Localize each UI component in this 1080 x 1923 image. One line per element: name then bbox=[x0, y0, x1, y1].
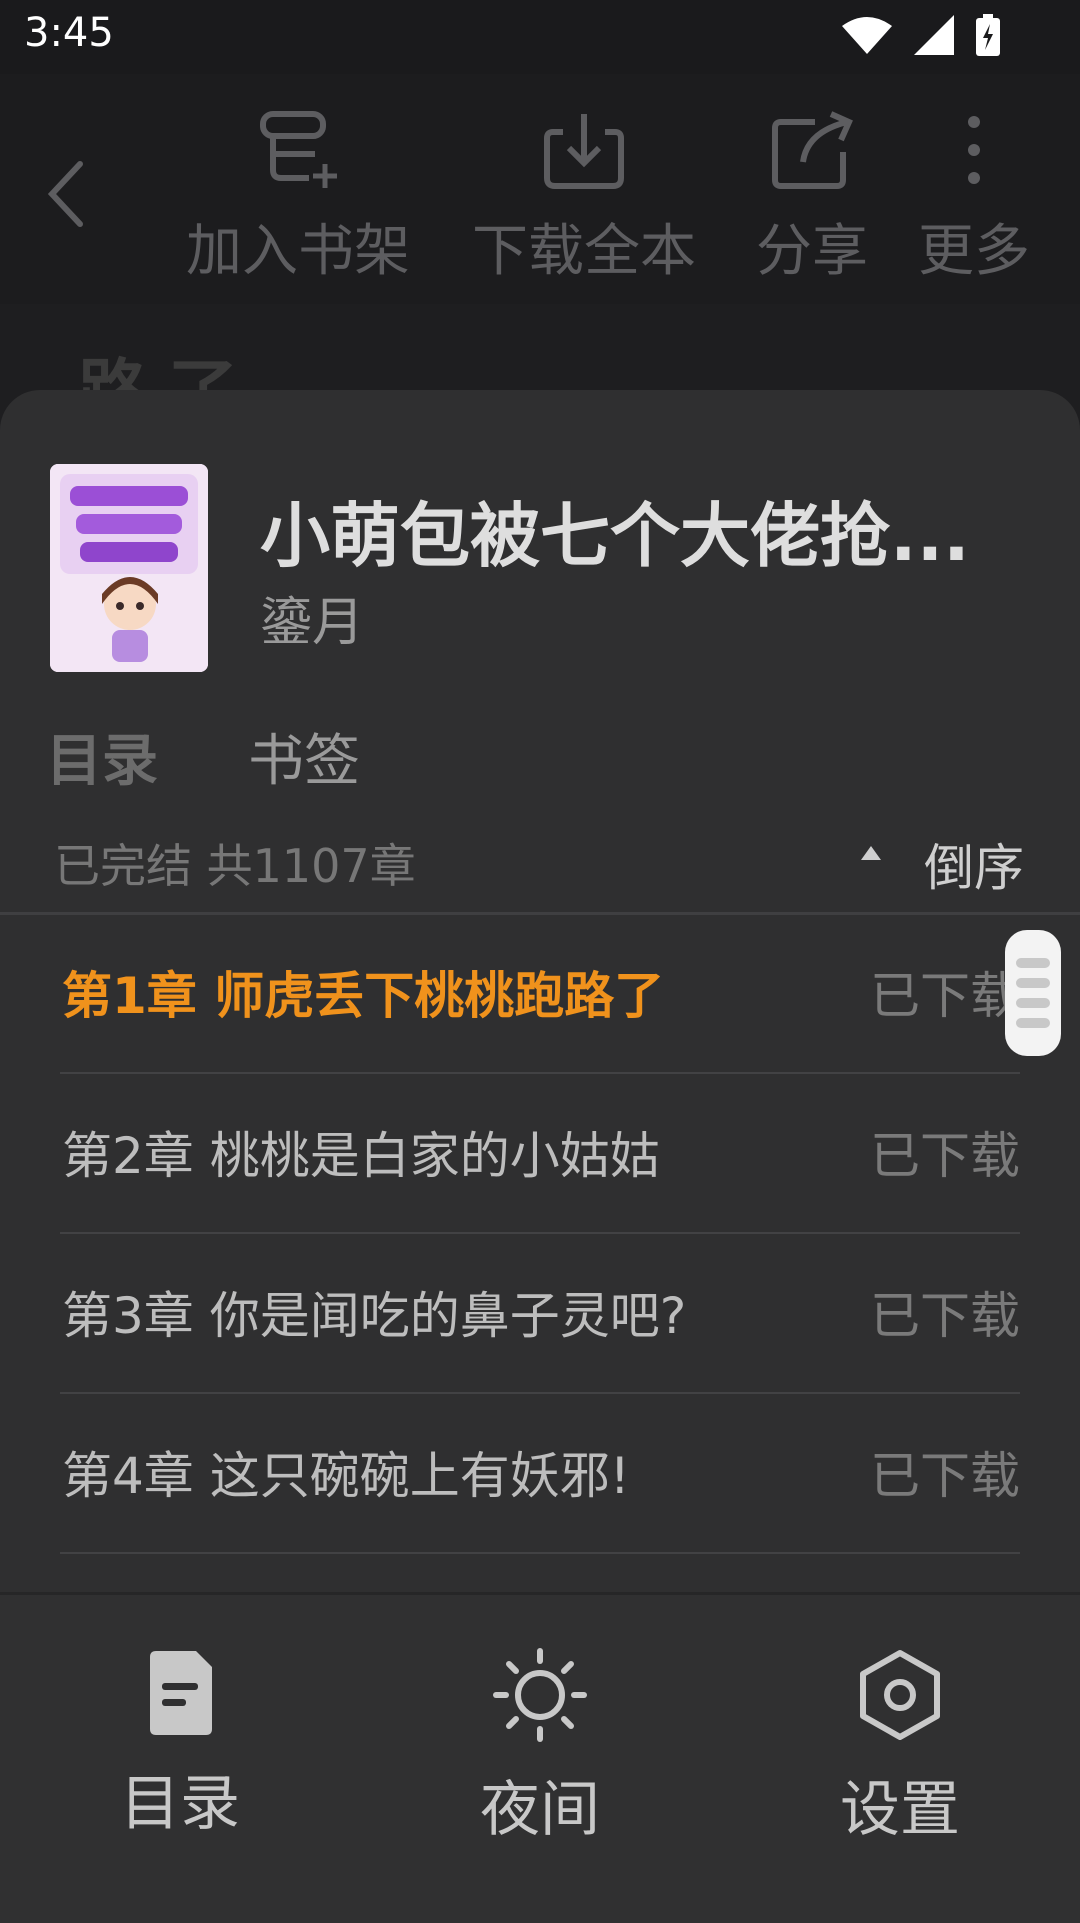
chevron-left-icon bbox=[47, 161, 83, 227]
battery-icon bbox=[976, 14, 1000, 56]
settings-button[interactable]: 设置 bbox=[780, 1647, 1020, 1848]
download-all-button[interactable]: 下载全本 bbox=[464, 108, 704, 287]
add-to-shelf-icon bbox=[260, 111, 337, 188]
sort-toggle[interactable]: 倒序 bbox=[924, 828, 1024, 900]
night-mode-label: 夜间 bbox=[480, 1775, 600, 1845]
status-bar: 3:45 bbox=[0, 0, 1080, 74]
book-cover[interactable] bbox=[50, 464, 208, 672]
add-to-shelf-button[interactable]: 加入书架 bbox=[178, 108, 418, 287]
chapter-row-4[interactable]: 第4章 这只碗碗上有妖邪! 已下载 bbox=[60, 1394, 1020, 1554]
chapter-title: 第4章 这只碗碗上有妖邪! bbox=[62, 1447, 630, 1505]
share-button[interactable]: 分享 bbox=[752, 108, 872, 287]
book-title: 小萌包被七个大佬抢... bbox=[260, 495, 970, 577]
reader-toolbar: 加入书架 下载全本 分享 更多 bbox=[0, 74, 1080, 304]
night-mode-button[interactable]: 夜间 bbox=[420, 1647, 660, 1848]
reader-bottom-bar: 目录 夜间 设置 bbox=[0, 1592, 1080, 1923]
add-to-shelf-label: 加入书架 bbox=[186, 219, 410, 284]
status-icons bbox=[842, 14, 1000, 56]
chapter-title: 第1章 师虎丢下桃桃跑路了 bbox=[62, 967, 665, 1025]
chapter-row-1[interactable]: 第1章 师虎丢下桃桃跑路了 已下载 bbox=[60, 914, 1020, 1074]
chapter-title: 第3章 你是闻吃的鼻子灵吧? bbox=[62, 1287, 687, 1345]
catalog-button-label: 目录 bbox=[120, 1769, 240, 1839]
tab-catalog[interactable]: 目录 bbox=[46, 716, 158, 797]
chapter-download-status: 已下载 bbox=[870, 1447, 1020, 1505]
catalog-summary: 已完结 共1107章 bbox=[54, 839, 416, 893]
download-icon bbox=[544, 114, 624, 189]
catalog-icon bbox=[150, 1651, 212, 1735]
back-button[interactable] bbox=[40, 154, 100, 234]
chapter-row-3[interactable]: 第3章 你是闻吃的鼻子灵吧? 已下载 bbox=[60, 1234, 1020, 1394]
sun-icon bbox=[493, 1648, 587, 1742]
chapter-download-status: 已下载 bbox=[870, 967, 1020, 1025]
more-vertical-icon bbox=[968, 116, 980, 184]
sort-arrow-icon[interactable] bbox=[858, 842, 884, 862]
download-all-label: 下载全本 bbox=[472, 219, 696, 284]
wifi-icon bbox=[842, 17, 892, 54]
catalog-button[interactable]: 目录 bbox=[60, 1647, 300, 1842]
book-author: 鎏月 bbox=[260, 593, 365, 653]
tab-bookmarks[interactable]: 书签 bbox=[248, 716, 360, 797]
status-time: 3:45 bbox=[24, 10, 114, 56]
settings-icon bbox=[860, 1650, 940, 1740]
more-button[interactable]: 更多 bbox=[914, 108, 1034, 287]
book-cover-illustration bbox=[50, 464, 208, 672]
chapter-download-status: 已下载 bbox=[870, 1287, 1020, 1345]
more-label: 更多 bbox=[918, 219, 1030, 284]
fast-scroll-handle[interactable] bbox=[1005, 930, 1061, 1056]
settings-label: 设置 bbox=[840, 1775, 960, 1845]
share-icon bbox=[772, 111, 853, 189]
signal-icon bbox=[914, 15, 954, 55]
chapter-download-status: 已下载 bbox=[870, 1127, 1020, 1185]
chapter-row-2[interactable]: 第2章 桃桃是白家的小姑姑 已下载 bbox=[60, 1074, 1020, 1234]
chapter-title: 第2章 桃桃是白家的小姑姑 bbox=[62, 1127, 660, 1185]
share-label: 分享 bbox=[756, 219, 868, 284]
